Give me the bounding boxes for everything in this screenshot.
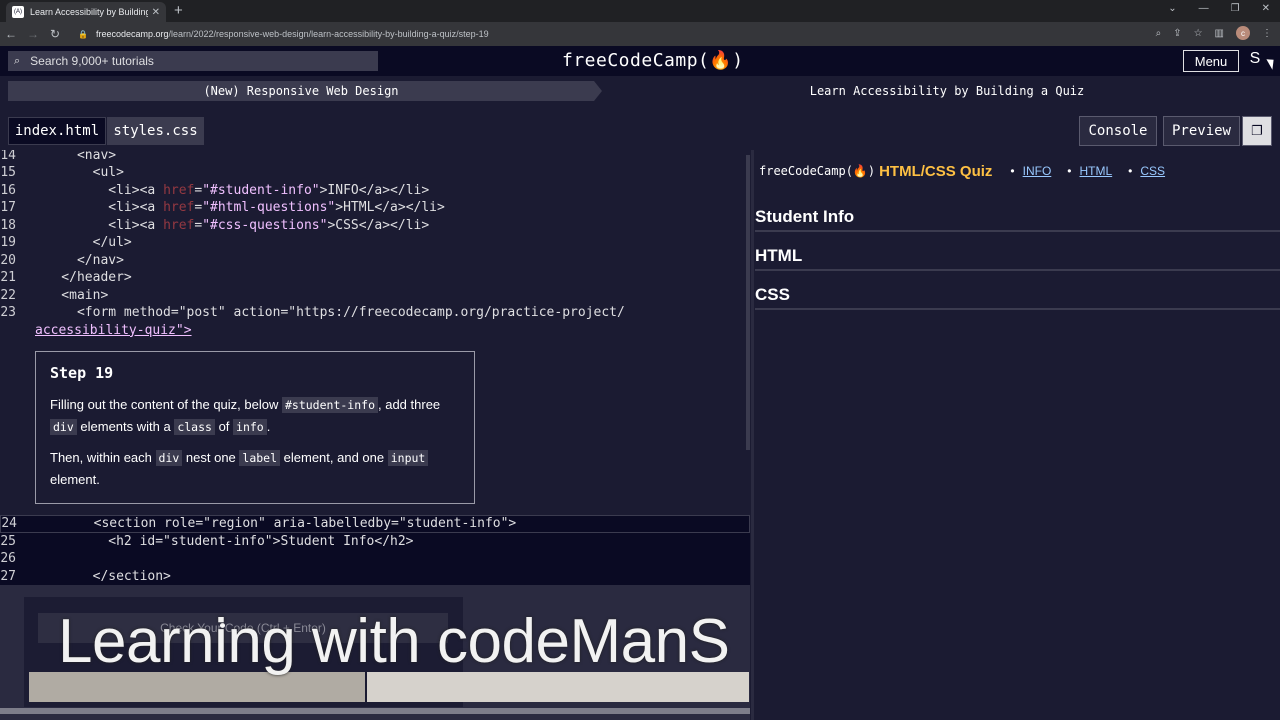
profile-avatar[interactable]: c bbox=[1236, 26, 1250, 40]
code-line: 22 <main> bbox=[0, 287, 109, 303]
fcc-navbar: ⌕ Search 9,000+ tutorials freeCodeCamp(🔥… bbox=[0, 46, 1280, 76]
forward-icon[interactable]: → bbox=[22, 27, 44, 41]
preview-heading-student-info: Student Info bbox=[755, 207, 1280, 232]
search-input[interactable]: ⌕ Search 9,000+ tutorials bbox=[8, 51, 378, 71]
video-watermark: Learning with codeManS bbox=[58, 607, 730, 676]
code-line: 16 <li><a href = "#student-info" >INFO</a><… bbox=[0, 182, 430, 198]
code-line: 24 <section role="region" aria-labelledb… bbox=[0, 515, 750, 533]
back-icon[interactable]: ← bbox=[0, 27, 22, 41]
inline-code: #student-info bbox=[281, 397, 378, 413]
inline-code: class bbox=[174, 419, 215, 435]
star-icon[interactable]: ☆ bbox=[1194, 28, 1203, 39]
inline-code: input bbox=[387, 450, 429, 466]
popout-preview-icon[interactable]: ❐ bbox=[1242, 116, 1272, 146]
lock-icon: 🔒 bbox=[78, 29, 88, 39]
chevron-down-icon[interactable]: ⌄ bbox=[1168, 3, 1176, 14]
step-paragraph-2: Then, within each div nest one label ele… bbox=[50, 447, 460, 490]
preview-heading-css: CSS bbox=[755, 285, 1280, 310]
preview-title: HTML/CSS Quiz bbox=[879, 162, 993, 180]
menu-button[interactable]: Menu bbox=[1183, 50, 1239, 72]
browser-toolbar-icons: ⌕ ⇪ ☆ ▥ c ⋮ bbox=[1156, 26, 1272, 40]
code-line: 18 <li><a href = "#css-questions" >CSS</a><… bbox=[0, 217, 430, 233]
preview-pane bbox=[754, 152, 1280, 720]
preview-link-css[interactable]: CSS bbox=[1128, 164, 1165, 178]
search-icon: ⌕ bbox=[14, 54, 21, 67]
share-icon[interactable]: ⇪ bbox=[1173, 28, 1181, 39]
inline-code: div bbox=[155, 450, 183, 466]
code-line: 14 <nav> bbox=[0, 150, 117, 164]
step-paragraph-1: Filling out the content of the quiz, bel… bbox=[50, 397, 441, 435]
kebab-menu-icon[interactable]: ⋮ bbox=[1262, 28, 1272, 39]
inline-code: label bbox=[239, 450, 281, 466]
step-instructions: Step 19 Filling out the content of the q… bbox=[35, 351, 475, 504]
inline-code: info bbox=[233, 419, 267, 435]
code-line: accessibility-quiz"> bbox=[35, 322, 192, 338]
preview-link-html[interactable]: HTML bbox=[1067, 164, 1113, 178]
url-field[interactable]: 🔒 freecodecamp.org /learn/2022/responsiv… bbox=[78, 26, 1138, 42]
preview-header: freeCodeCamp(🔥) HTML/CSS Quiz INFO HTML … bbox=[754, 155, 1280, 187]
window-controls: ⌄ — ❐ ✕ bbox=[1168, 3, 1270, 14]
editor-scrollbar[interactable] bbox=[746, 155, 750, 450]
sidepanel-icon[interactable]: ▥ bbox=[1215, 28, 1224, 39]
step-title: Step 19 bbox=[50, 364, 114, 382]
code-line: 21 </header> bbox=[0, 270, 132, 286]
preview-logo: freeCodeCamp(🔥) bbox=[759, 164, 876, 178]
url-path: /learn/2022/responsive-web-design/learn-… bbox=[168, 29, 489, 39]
preview-button[interactable]: Preview bbox=[1163, 116, 1240, 146]
breadcrumb-block[interactable]: Learn Accessibility by Building a Quiz bbox=[594, 81, 1280, 101]
url-host: freecodecamp.org bbox=[95, 29, 169, 39]
browser-tab-bar: (A) Learn Accessibility by Building a ..… bbox=[0, 0, 1280, 22]
fcc-logo[interactable]: freeCodeCamp(🔥) bbox=[562, 50, 744, 71]
code-line: 26 bbox=[0, 551, 16, 567]
browser-tab-title: Learn Accessibility by Building a ... bbox=[30, 7, 148, 17]
code-line: 27 </section> bbox=[0, 568, 171, 584]
bottom-scrollbar[interactable] bbox=[0, 708, 750, 714]
code-line: 19 </ul> bbox=[0, 235, 132, 251]
address-bar-row: ← → ↻ 🔒 freecodecamp.org /learn/2022/res… bbox=[0, 22, 1280, 46]
breadcrumb: (New) Responsive Web Design Learn Access… bbox=[8, 81, 1280, 101]
close-tab-icon[interactable]: ✕ bbox=[152, 7, 160, 18]
preview-nav: INFO HTML CSS bbox=[1010, 164, 1165, 178]
preview-link-info[interactable]: INFO bbox=[1010, 164, 1052, 178]
inline-code: div bbox=[50, 419, 77, 435]
code-line: 17 <li><a href = "#html-questions" >HTML</a… bbox=[0, 200, 445, 216]
tab-styles-css[interactable]: styles.css bbox=[107, 117, 204, 145]
reload-icon[interactable]: ↻ bbox=[44, 27, 66, 41]
console-button[interactable]: Console bbox=[1079, 116, 1157, 146]
new-tab-icon[interactable]: + bbox=[174, 2, 183, 19]
browser-tab[interactable]: (A) Learn Accessibility by Building a ..… bbox=[6, 2, 166, 22]
breadcrumb-superblock[interactable]: (New) Responsive Web Design bbox=[8, 81, 602, 101]
freecodecamp-favicon-icon: (A) bbox=[12, 6, 24, 18]
restore-icon[interactable]: ❐ bbox=[1231, 3, 1240, 14]
tab-index-html[interactable]: index.html bbox=[8, 117, 106, 145]
minimize-icon[interactable]: — bbox=[1199, 3, 1209, 14]
editable-code-region[interactable]: 24 <section role="region" aria-labelledb… bbox=[0, 515, 750, 585]
preview-heading-html: HTML bbox=[755, 246, 1280, 271]
code-line: 25 <h2 id="student-info">Student Info</h… bbox=[0, 533, 414, 549]
close-window-icon[interactable]: ✕ bbox=[1262, 3, 1270, 14]
search-placeholder: Search 9,000+ tutorials bbox=[30, 54, 154, 68]
zoom-icon[interactable]: ⌕ bbox=[1156, 28, 1162, 39]
sign-in-icon[interactable]: S bbox=[1244, 50, 1266, 72]
code-line: 23 <form method="post" action="https://f… bbox=[0, 305, 625, 321]
code-line: 20 </nav> bbox=[0, 252, 124, 268]
code-line: 15 <ul> bbox=[0, 165, 124, 181]
